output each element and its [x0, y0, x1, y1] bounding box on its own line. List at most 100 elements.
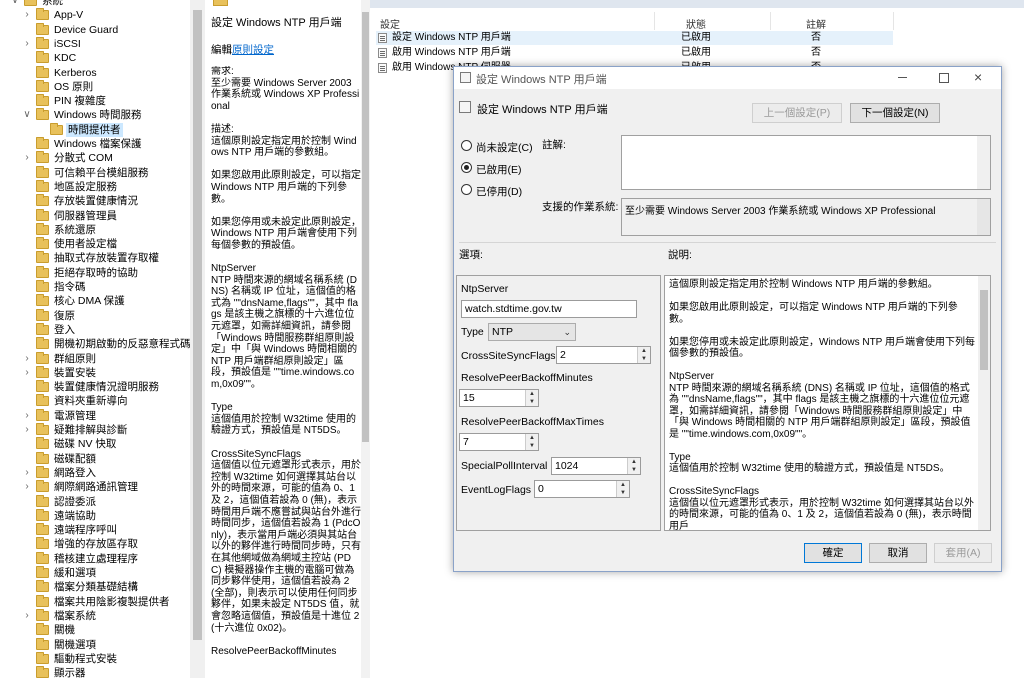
tree-item[interactable]: › 網際網路通訊管理	[0, 480, 190, 494]
tree-item[interactable]: 磁碟配額	[0, 451, 190, 466]
tree-item[interactable]: 增強的存放區存取	[0, 537, 190, 551]
tree-item[interactable]: OS 原則	[0, 79, 190, 94]
comment-scrollbar[interactable]	[977, 136, 990, 189]
supported-scrollbar[interactable]	[977, 199, 990, 235]
desc-scrollbar[interactable]	[361, 0, 370, 678]
chevron-right-icon[interactable]: ›	[22, 151, 32, 165]
list-row[interactable]: 設定 Windows NTP 用戶端 已啟用 否	[378, 31, 898, 45]
chevron-down-icon[interactable]: ∨	[10, 0, 20, 8]
column-comment[interactable]: 註解	[806, 16, 826, 31]
apply-button[interactable]: 套用(A)	[934, 543, 992, 563]
column-setting[interactable]: 設定	[380, 16, 400, 31]
spin-up-down-icon[interactable]: ▲ ▼	[525, 434, 538, 450]
chevron-right-icon[interactable]: ›	[22, 466, 32, 480]
chevron-right-icon[interactable]: ›	[22, 366, 32, 380]
chevron-right-icon[interactable]: ›	[22, 352, 32, 366]
tree-item[interactable]: 驅動程式安裝	[0, 651, 190, 666]
folder-icon	[36, 108, 49, 121]
minimize-icon[interactable]	[898, 77, 907, 78]
close-icon[interactable]: ×	[974, 69, 982, 85]
tree-item[interactable]: KDC	[0, 51, 190, 65]
tree-item[interactable]: ∨ 系統	[0, 0, 190, 8]
tree-item[interactable]: 可信賴平台模組服務	[0, 165, 190, 180]
tree-item[interactable]: 認證委派	[0, 494, 190, 509]
prev-setting-button[interactable]: 上一個設定(P)	[752, 103, 842, 123]
cancel-button[interactable]: 取消	[869, 543, 927, 563]
cross-site-input[interactable]: 2 ▲ ▼	[556, 346, 651, 364]
tree-item[interactable]: 遠端程序呼叫	[0, 523, 190, 537]
spin-up-down-icon[interactable]: ▲ ▼	[637, 347, 650, 363]
tree-item[interactable]: › 裝置安裝	[0, 365, 190, 380]
tree-item[interactable]: 遠端協助	[0, 508, 190, 523]
tree-item[interactable]: › iSCSI	[0, 36, 190, 51]
maximize-icon[interactable]	[939, 73, 949, 83]
spin-up-down-icon[interactable]: ▲ ▼	[616, 481, 629, 497]
column-state[interactable]: 狀態	[686, 16, 706, 31]
tree-item[interactable]: 抽取式存放裝置存取權	[0, 251, 190, 265]
tree-item[interactable]: 顯示器	[0, 666, 190, 678]
ntp-server-input[interactable]: watch.stdtime.gov.tw	[461, 300, 637, 318]
eventlog-input[interactable]: 0 ▲ ▼	[534, 480, 630, 498]
next-setting-button[interactable]: 下一個設定(N)	[850, 103, 940, 123]
tree-item[interactable]: › 群組原則	[0, 351, 190, 366]
resolve-min-input[interactable]: 15 ▲ ▼	[459, 389, 539, 407]
tree-item[interactable]: 地區設定服務	[0, 179, 190, 194]
chevron-right-icon[interactable]: ›	[22, 609, 32, 623]
chevron-right-icon[interactable]: ›	[22, 8, 32, 22]
chevron-right-icon[interactable]: ›	[22, 37, 32, 51]
tree-item[interactable]: 指令碼	[0, 280, 190, 294]
tree-item[interactable]: › 疑難排解與診斷	[0, 423, 190, 437]
tree-item[interactable]: › App-V	[0, 8, 190, 22]
special-poll-input[interactable]: 1024 ▲ ▼	[551, 457, 641, 475]
tree-item[interactable]: 檔案分類基礎結構	[0, 580, 190, 594]
tree-item[interactable]: 關機	[0, 623, 190, 637]
radio-disabled[interactable]	[461, 184, 472, 195]
tree-item[interactable]: › 網路登入	[0, 465, 190, 480]
chevron-right-icon[interactable]: ›	[22, 480, 32, 494]
tree-item[interactable]: › 分散式 COM	[0, 151, 190, 165]
tree-item[interactable]: 緩和選項	[0, 566, 190, 580]
chevron-right-icon[interactable]: ›	[22, 409, 32, 423]
chevron-right-icon[interactable]: ›	[22, 423, 32, 437]
tree-item[interactable]: 磁碟 NV 快取	[0, 437, 190, 451]
resolve-max-input[interactable]: 7 ▲ ▼	[459, 433, 539, 451]
edit-policy-link[interactable]: 原則設定	[232, 44, 274, 56]
tree-item[interactable]: 登入	[0, 322, 190, 337]
tree-item[interactable]: 復原	[0, 308, 190, 323]
help-scrollbar-thumb[interactable]	[980, 290, 988, 370]
list-row[interactable]: 啟用 Windows NTP 用戶端 已啟用 否	[378, 46, 898, 60]
tree-item[interactable]: 使用者設定檔	[0, 237, 190, 251]
tree-item[interactable]: ∨ Windows 時間服務	[0, 108, 190, 122]
type-select[interactable]: NTP ⌄	[488, 323, 576, 341]
help-scrollbar[interactable]	[978, 276, 990, 530]
tree-item[interactable]: 拒絕存取時的協助	[0, 265, 190, 280]
tree-item[interactable]: 存放裝置健康情況	[0, 194, 190, 208]
ok-button[interactable]: 確定	[804, 543, 862, 563]
tree-item[interactable]: 伺服器管理員	[0, 208, 190, 223]
tree-item[interactable]: PIN 複雜度	[0, 94, 190, 108]
comment-field[interactable]	[621, 135, 991, 190]
spin-up-down-icon[interactable]: ▲ ▼	[627, 458, 640, 474]
tree-item[interactable]: › 電源管理	[0, 408, 190, 423]
tree-item[interactable]: Kerberos	[0, 65, 190, 80]
tree-item[interactable]: 稽核建立處理程序	[0, 551, 190, 566]
tree-item[interactable]: 裝置健康情況證明服務	[0, 380, 190, 394]
tree-item[interactable]: › 檔案系統	[0, 608, 190, 623]
tree-scrollbar[interactable]	[190, 0, 205, 678]
tree-item[interactable]: 時間提供者	[0, 122, 190, 137]
radio-enabled[interactable]	[461, 162, 472, 173]
tree-item[interactable]: Windows 檔案保護	[0, 137, 190, 151]
desc-scrollbar-thumb[interactable]	[362, 12, 369, 442]
tree-item[interactable]: 關機選項	[0, 637, 190, 652]
tree-item[interactable]: 核心 DMA 保護	[0, 294, 190, 308]
tree-item[interactable]: 檔案共用陰影複製提供者	[0, 594, 190, 609]
radio-not-configured[interactable]	[461, 140, 472, 151]
dialog-titlebar[interactable]: 設定 Windows NTP 用戶端 ×	[454, 67, 1001, 89]
tree-item[interactable]: 系統還原	[0, 222, 190, 237]
tree-item[interactable]: 開機初期啟動的反惡意程式碼	[0, 337, 191, 351]
spin-up-down-icon[interactable]: ▲ ▼	[525, 390, 538, 406]
tree-scrollbar-thumb[interactable]	[193, 10, 202, 640]
tree-item[interactable]: Device Guard	[0, 22, 190, 37]
chevron-down-icon[interactable]: ∨	[22, 108, 32, 122]
tree-item[interactable]: 資料夾重新導向	[0, 394, 190, 408]
